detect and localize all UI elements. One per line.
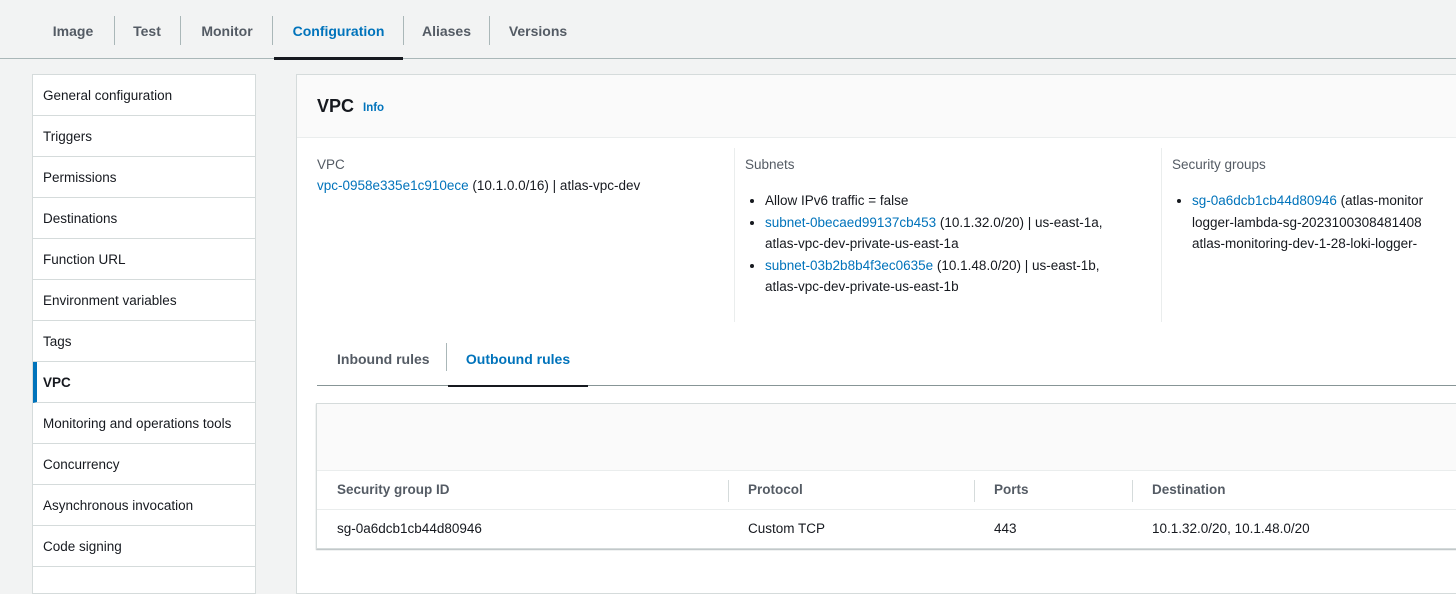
tab-versions[interactable]: Versions xyxy=(496,0,580,59)
vpc-value: vpc-0958e335e1c910ece (10.1.0.0/16) | at… xyxy=(317,178,640,193)
tab-image[interactable]: Image xyxy=(38,0,108,59)
cell-destination: 10.1.32.0/20, 10.1.48.0/20 xyxy=(1152,521,1310,536)
column-header-destination[interactable]: Destination xyxy=(1152,482,1226,497)
tab-divider xyxy=(446,343,447,371)
tab-configuration[interactable]: Configuration xyxy=(274,0,403,60)
sidebar-item-general-configuration[interactable]: General configuration xyxy=(33,75,255,116)
subnet-name: atlas-vpc-dev-private-us-east-1b xyxy=(765,279,959,294)
info-link[interactable]: Info xyxy=(363,102,384,114)
security-group-detail: (atlas-monitor xyxy=(1336,193,1424,208)
vpc-detail: (10.1.0.0/16) | atlas-vpc-dev xyxy=(468,178,641,193)
tab-inbound-rules[interactable]: Inbound rules xyxy=(337,340,437,386)
column-divider xyxy=(1161,148,1162,322)
list-item: subnet-03b2b8b4f3ec0635e (10.1.48.0/20) … xyxy=(765,255,1155,298)
sidebar-item-code-signing[interactable]: Code signing xyxy=(33,526,255,567)
sidebar-item-concurrency[interactable]: Concurrency xyxy=(33,444,255,485)
cell-protocol: Custom TCP xyxy=(748,521,826,536)
list-item: subnet-0becaed99137cb453 (10.1.32.0/20) … xyxy=(765,212,1155,255)
tab-test[interactable]: Test xyxy=(120,0,174,59)
security-groups-list: sg-0a6dcb1cb44d80946 (atlas-monitor logg… xyxy=(1172,190,1456,255)
security-group-name: logger-lambda-sg-202310030848140​8 xyxy=(1192,214,1422,230)
sidebar-item-destinations[interactable]: Destinations xyxy=(33,198,255,239)
column-header-protocol[interactable]: Protocol xyxy=(748,482,803,497)
outbound-rules-table: Security group ID Protocol Ports Destina… xyxy=(316,403,1456,549)
header-divider xyxy=(317,509,1456,510)
sidebar-item-environment-variables[interactable]: Environment variables xyxy=(33,280,255,321)
tab-divider xyxy=(403,16,404,45)
vpc-id-link[interactable]: vpc-0958e335e1c910ece xyxy=(317,178,469,193)
tab-divider xyxy=(272,16,273,45)
sidebar-item-permissions[interactable]: Permissions xyxy=(33,157,255,198)
ipv6-setting: Allow IPv6 traffic = false xyxy=(765,193,909,208)
tab-divider xyxy=(180,16,181,45)
sidebar-item-vpc[interactable]: VPC xyxy=(33,362,255,403)
subnet-link[interactable]: subnet-03b2b8b4f3ec0635e xyxy=(765,258,933,273)
sidebar-item-triggers[interactable]: Triggers xyxy=(33,116,255,157)
cell-ports: 443 xyxy=(994,521,1017,536)
tab-aliases[interactable]: Aliases xyxy=(410,0,483,59)
tab-divider xyxy=(114,16,115,45)
subnet-name: atlas-vpc-dev-private-us-east-1a xyxy=(765,236,959,251)
column-header-ports[interactable]: Ports xyxy=(994,482,1029,497)
column-divider xyxy=(728,480,729,502)
sidebar-item-monitoring-and-operations-tools[interactable]: Monitoring and operations tools xyxy=(33,403,255,444)
subnets-list: Allow IPv6 traffic = false subnet-0becae… xyxy=(745,190,1155,298)
function-tabs: Image Test Monitor Configuration Aliases… xyxy=(0,0,1456,60)
sidebar-item-function-url[interactable]: Function URL xyxy=(33,239,255,280)
sidebar-item-tags[interactable]: Tags xyxy=(33,321,255,362)
panel-title: VPC xyxy=(317,96,355,116)
security-group-link[interactable]: sg-0a6dcb1cb44d80946 xyxy=(1192,193,1337,208)
tab-outbound-rules[interactable]: Outbound rules xyxy=(448,340,588,387)
subnets-label: Subnets xyxy=(745,157,795,172)
sidebar-item-asynchronous-invocation[interactable]: Asynchronous invocation xyxy=(33,485,255,526)
vpc-panel: VPC Info VPC vpc-0958e335e1c910ece (10.1… xyxy=(296,74,1456,594)
subnet-detail: (10.1.48.0/20) | us-east-1b, xyxy=(933,257,1100,273)
list-item: sg-0a6dcb1cb44d80946 (atlas-monitor logg… xyxy=(1192,190,1456,255)
column-header-security-group-id[interactable]: Security group ID xyxy=(337,482,450,497)
column-divider xyxy=(1132,480,1133,502)
column-divider xyxy=(734,148,735,322)
security-groups-label: Security groups xyxy=(1172,157,1266,172)
subnet-link[interactable]: subnet-0becaed99137cb453 xyxy=(765,215,936,230)
vpc-label: VPC xyxy=(317,157,345,172)
configuration-sidebar: General configuration Triggers Permissio… xyxy=(32,74,256,594)
rules-tabs: Inbound rules Outbound rules xyxy=(317,340,1456,387)
table-header-area xyxy=(317,404,1456,471)
security-group-description: atlas-monitoring-dev-1-28-loki-logger- xyxy=(1192,236,1418,251)
column-divider xyxy=(974,480,975,502)
subnet-detail: (10.1.32.0/20) | us-east-1a, xyxy=(936,214,1103,230)
panel-header: VPC Info xyxy=(297,75,1456,138)
cell-security-group-id: sg-0a6dcb1cb44d80946 xyxy=(337,521,482,536)
tab-monitor[interactable]: Monitor xyxy=(188,0,266,59)
list-item: Allow IPv6 traffic = false xyxy=(765,190,1155,212)
tab-divider xyxy=(489,16,490,45)
